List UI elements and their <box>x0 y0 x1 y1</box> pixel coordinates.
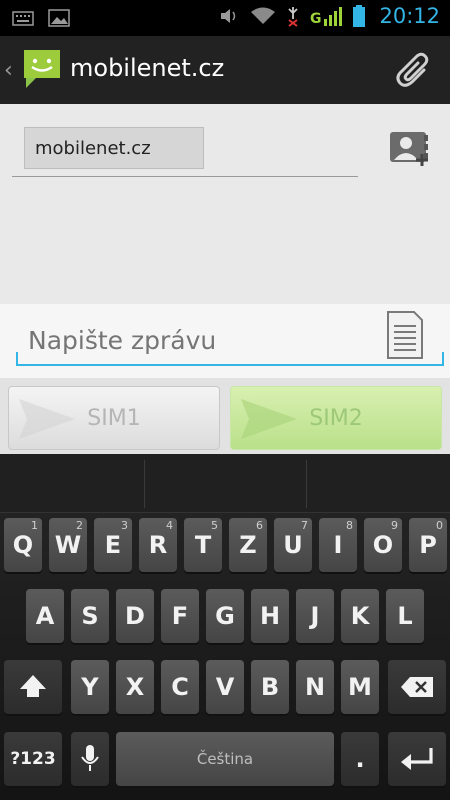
key-y[interactable]: Y <box>71 660 109 714</box>
message-input-underline <box>16 364 444 366</box>
send-icon <box>19 399 75 439</box>
action-bar: ‹ mobilenet.cz <box>0 36 450 106</box>
keyboard-icon <box>12 11 34 26</box>
key-g[interactable]: G <box>206 589 244 643</box>
key-k[interactable]: K <box>341 589 379 643</box>
sim1-label: SIM1 <box>87 405 141 431</box>
send-sim1-button[interactable]: SIM1 <box>8 386 220 450</box>
backspace-key[interactable] <box>388 660 446 714</box>
send-sim2-button[interactable]: SIM2 <box>230 386 442 450</box>
key-s[interactable]: S <box>71 589 109 643</box>
key-v[interactable]: V <box>206 660 244 714</box>
send-icon <box>241 399 297 439</box>
templates-icon[interactable] <box>386 310 424 360</box>
add-contact-icon[interactable] <box>388 128 432 168</box>
conversation-title: mobilenet.cz <box>70 54 225 82</box>
key-f[interactable]: F <box>161 589 199 643</box>
key-c[interactable]: C <box>161 660 199 714</box>
enter-icon <box>401 748 433 770</box>
symbols-key[interactable]: ?123 <box>4 732 62 786</box>
suggestion-strip[interactable] <box>0 454 450 513</box>
key-q[interactable]: Q1 <box>4 518 42 572</box>
shift-key[interactable] <box>4 660 62 714</box>
shift-icon <box>20 675 46 697</box>
key-j[interactable]: J <box>296 589 334 643</box>
period-key[interactable]: . <box>341 732 379 786</box>
recipient-chip-label: mobilenet.cz <box>35 137 151 159</box>
clock: 20:12 <box>379 4 440 28</box>
volume-icon <box>220 9 236 23</box>
key-o[interactable]: O9 <box>364 518 402 572</box>
cell-signal-icon: G <box>310 5 344 27</box>
key-h[interactable]: H <box>251 589 289 643</box>
key-u[interactable]: U7 <box>274 518 312 572</box>
status-bar: G 20:12 <box>0 0 450 36</box>
key-d[interactable]: D <box>116 589 154 643</box>
key-l[interactable]: L <box>386 589 424 643</box>
key-z[interactable]: Z6 <box>229 518 267 572</box>
messaging-app-icon[interactable] <box>20 46 64 90</box>
message-input[interactable] <box>18 318 398 362</box>
enter-key[interactable] <box>388 732 446 786</box>
signal-off-icon <box>288 7 298 27</box>
wifi-icon <box>250 7 275 24</box>
image-icon <box>48 9 70 27</box>
space-key[interactable]: Čeština <box>116 732 334 786</box>
sim2-label: SIM2 <box>309 405 363 431</box>
key-p[interactable]: P0 <box>409 518 447 572</box>
network-type: G <box>309 11 322 27</box>
message-input-left-cap <box>16 352 18 364</box>
key-b[interactable]: B <box>251 660 289 714</box>
suggestion-divider <box>144 460 145 508</box>
key-n[interactable]: N <box>296 660 334 714</box>
back-chevron-icon[interactable]: ‹ <box>4 58 13 83</box>
key-w[interactable]: W2 <box>49 518 87 572</box>
key-x[interactable]: X <box>116 660 154 714</box>
message-input-right-cap <box>442 352 444 364</box>
mic-key[interactable] <box>71 732 109 786</box>
suggestion-divider <box>306 460 307 508</box>
key-m[interactable]: M <box>341 660 379 714</box>
microphone-icon <box>81 745 99 771</box>
key-r[interactable]: R4 <box>139 518 177 572</box>
recipient-field-underline <box>12 176 358 177</box>
recipient-chip[interactable]: mobilenet.cz <box>24 127 204 169</box>
backspace-icon <box>401 677 433 697</box>
key-e[interactable]: E3 <box>94 518 132 572</box>
key-t[interactable]: T5 <box>184 518 222 572</box>
key-a[interactable]: A <box>26 589 64 643</box>
battery-icon <box>353 5 366 27</box>
attach-icon[interactable] <box>394 50 434 90</box>
key-i[interactable]: I8 <box>319 518 357 572</box>
